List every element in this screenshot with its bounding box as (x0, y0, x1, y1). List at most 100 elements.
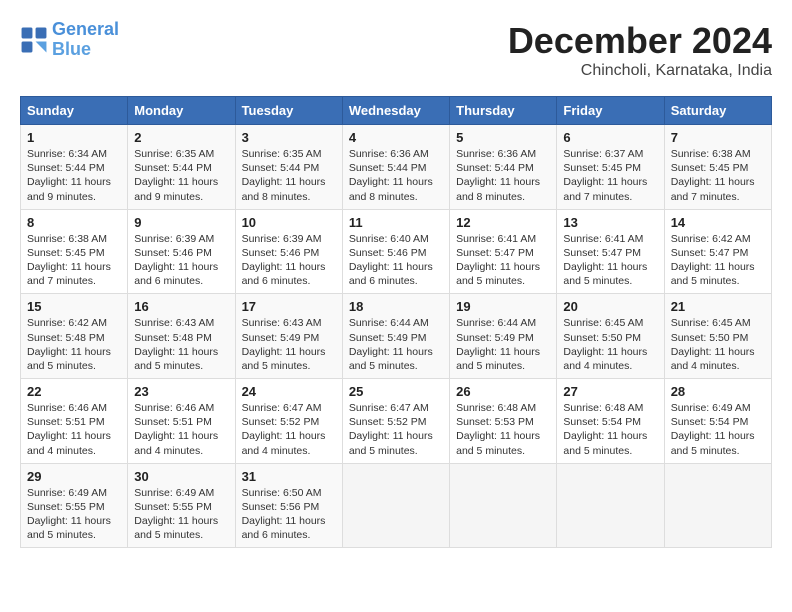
calendar-day-cell: 6Sunrise: 6:37 AM Sunset: 5:45 PM Daylig… (557, 125, 664, 210)
calendar-day-cell: 19Sunrise: 6:44 AM Sunset: 5:49 PM Dayli… (450, 294, 557, 379)
day-info: Sunrise: 6:50 AM Sunset: 5:56 PM Dayligh… (242, 486, 336, 543)
day-number: 6 (563, 130, 657, 145)
calendar-day-cell: 24 Sunrise: 6:47 AM Sunset: 5:52 PM Dayli… (235, 379, 342, 464)
day-number: 20 (563, 299, 657, 314)
day-number: 12 (456, 215, 550, 230)
day-number: 13 (563, 215, 657, 230)
calendar-day-cell: 1Sunrise: 6:34 AM Sunset: 5:44 PM Daylig… (21, 125, 128, 210)
day-number: 26 (456, 384, 550, 399)
logo-icon (20, 26, 48, 54)
day-number: 3 (242, 130, 336, 145)
day-info: Sunrise: 6:46 AM Sunset: 5:51 PM Dayligh… (27, 401, 121, 458)
day-number: 11 (349, 215, 443, 230)
day-number: 28 (671, 384, 765, 399)
day-number: 15 (27, 299, 121, 314)
day-number: 31 (242, 469, 336, 484)
calendar-week-row: 22 Sunrise: 6:46 AM Sunset: 5:51 PM Dayli… (21, 379, 772, 464)
calendar-day-cell: 26 Sunrise: 6:48 AM Sunset: 5:53 PM Dayli… (450, 379, 557, 464)
calendar-day-cell: 15 Sunrise: 6:42 AM Sunset: 5:48 PM Dayli… (21, 294, 128, 379)
calendar-day-cell: 10 Sunrise: 6:39 AM Sunset: 5:46 PM Dayli… (235, 209, 342, 294)
day-number: 17 (242, 299, 336, 314)
day-number: 16 (134, 299, 228, 314)
calendar-day-cell: 8 Sunrise: 6:38 AM Sunset: 5:45 PM Daylig… (21, 209, 128, 294)
calendar-day-cell: 9Sunrise: 6:39 AM Sunset: 5:46 PM Daylig… (128, 209, 235, 294)
calendar-body: 1Sunrise: 6:34 AM Sunset: 5:44 PM Daylig… (21, 125, 772, 548)
day-number: 8 (27, 215, 121, 230)
calendar-day-cell (342, 463, 449, 548)
day-info: Sunrise: 6:45 AM Sunset: 5:50 PM Dayligh… (563, 316, 657, 373)
calendar-day-cell: 30 Sunrise: 6:49 AM Sunset: 5:55 PM Dayli… (128, 463, 235, 548)
weekday-header-cell: Friday (557, 97, 664, 125)
month-title: December 2024 (508, 20, 772, 62)
day-number: 9 (134, 215, 228, 230)
day-info: Sunrise: 6:48 AM Sunset: 5:54 PM Dayligh… (563, 401, 657, 458)
day-info: Sunrise: 6:36 AM Sunset: 5:44 PM Dayligh… (456, 147, 550, 204)
day-info: Sunrise: 6:35 AM Sunset: 5:44 PM Dayligh… (134, 147, 228, 204)
calendar-day-cell: 5 Sunrise: 6:36 AM Sunset: 5:44 PM Daylig… (450, 125, 557, 210)
calendar-table: SundayMondayTuesdayWednesdayThursdayFrid… (20, 96, 772, 548)
day-info: Sunrise: 6:40 AM Sunset: 5:46 PM Dayligh… (349, 232, 443, 289)
day-number: 18 (349, 299, 443, 314)
day-info: Sunrise: 6:47 AM Sunset: 5:52 PM Dayligh… (349, 401, 443, 458)
calendar-day-cell: 17 Sunrise: 6:43 AM Sunset: 5:49 PM Dayli… (235, 294, 342, 379)
day-info: Sunrise: 6:42 AM Sunset: 5:48 PM Dayligh… (27, 316, 121, 373)
day-info: Sunrise: 6:49 AM Sunset: 5:54 PM Dayligh… (671, 401, 765, 458)
weekday-header-cell: Thursday (450, 97, 557, 125)
day-info: Sunrise: 6:35 AM Sunset: 5:44 PM Dayligh… (242, 147, 336, 204)
calendar-week-row: 29Sunrise: 6:49 AM Sunset: 5:55 PM Dayli… (21, 463, 772, 548)
day-number: 7 (671, 130, 765, 145)
calendar-day-cell: 3 Sunrise: 6:35 AM Sunset: 5:44 PM Daylig… (235, 125, 342, 210)
day-info: Sunrise: 6:44 AM Sunset: 5:49 PM Dayligh… (349, 316, 443, 373)
day-info: Sunrise: 6:49 AM Sunset: 5:55 PM Dayligh… (134, 486, 228, 543)
day-number: 10 (242, 215, 336, 230)
calendar-day-cell (557, 463, 664, 548)
day-number: 23 (134, 384, 228, 399)
day-number: 4 (349, 130, 443, 145)
day-info: Sunrise: 6:38 AM Sunset: 5:45 PM Dayligh… (671, 147, 765, 204)
calendar-week-row: 1Sunrise: 6:34 AM Sunset: 5:44 PM Daylig… (21, 125, 772, 210)
day-number: 27 (563, 384, 657, 399)
location-title: Chincholi, Karnataka, India (508, 62, 772, 80)
calendar-week-row: 8 Sunrise: 6:38 AM Sunset: 5:45 PM Daylig… (21, 209, 772, 294)
page-header: GeneralBlue December 2024 Chincholi, Kar… (20, 20, 772, 80)
weekday-header-cell: Saturday (664, 97, 771, 125)
day-info: Sunrise: 6:39 AM Sunset: 5:46 PM Dayligh… (242, 232, 336, 289)
day-number: 5 (456, 130, 550, 145)
calendar-day-cell: 2 Sunrise: 6:35 AM Sunset: 5:44 PM Daylig… (128, 125, 235, 210)
logo-text: GeneralBlue (52, 20, 119, 60)
calendar-day-cell: 11 Sunrise: 6:40 AM Sunset: 5:46 PM Dayli… (342, 209, 449, 294)
day-number: 2 (134, 130, 228, 145)
day-number: 30 (134, 469, 228, 484)
day-number: 24 (242, 384, 336, 399)
weekday-header-cell: Sunday (21, 97, 128, 125)
calendar-day-cell: 21Sunrise: 6:45 AM Sunset: 5:50 PM Dayli… (664, 294, 771, 379)
day-number: 22 (27, 384, 121, 399)
day-info: Sunrise: 6:43 AM Sunset: 5:49 PM Dayligh… (242, 316, 336, 373)
day-info: Sunrise: 6:47 AM Sunset: 5:52 PM Dayligh… (242, 401, 336, 458)
day-number: 14 (671, 215, 765, 230)
day-info: Sunrise: 6:42 AM Sunset: 5:47 PM Dayligh… (671, 232, 765, 289)
calendar-day-cell: 22 Sunrise: 6:46 AM Sunset: 5:51 PM Dayli… (21, 379, 128, 464)
calendar-day-cell: 31 Sunrise: 6:50 AM Sunset: 5:56 PM Dayli… (235, 463, 342, 548)
day-info: Sunrise: 6:38 AM Sunset: 5:45 PM Dayligh… (27, 232, 121, 289)
day-number: 21 (671, 299, 765, 314)
calendar-day-cell: 14 Sunrise: 6:42 AM Sunset: 5:47 PM Dayli… (664, 209, 771, 294)
calendar-day-cell: 13 Sunrise: 6:41 AM Sunset: 5:47 PM Dayli… (557, 209, 664, 294)
day-info: Sunrise: 6:36 AM Sunset: 5:44 PM Dayligh… (349, 147, 443, 204)
day-info: Sunrise: 6:48 AM Sunset: 5:53 PM Dayligh… (456, 401, 550, 458)
weekday-header-row: SundayMondayTuesdayWednesdayThursdayFrid… (21, 97, 772, 125)
day-info: Sunrise: 6:46 AM Sunset: 5:51 PM Dayligh… (134, 401, 228, 458)
day-number: 25 (349, 384, 443, 399)
calendar-day-cell: 20 Sunrise: 6:45 AM Sunset: 5:50 PM Dayli… (557, 294, 664, 379)
calendar-day-cell: 12Sunrise: 6:41 AM Sunset: 5:47 PM Dayli… (450, 209, 557, 294)
calendar-day-cell: 4 Sunrise: 6:36 AM Sunset: 5:44 PM Daylig… (342, 125, 449, 210)
calendar-day-cell (450, 463, 557, 548)
day-info: Sunrise: 6:43 AM Sunset: 5:48 PM Dayligh… (134, 316, 228, 373)
title-block: December 2024 Chincholi, Karnataka, Indi… (508, 20, 772, 80)
calendar-day-cell: 25 Sunrise: 6:47 AM Sunset: 5:52 PM Dayli… (342, 379, 449, 464)
day-info: Sunrise: 6:41 AM Sunset: 5:47 PM Dayligh… (563, 232, 657, 289)
calendar-day-cell: 23 Sunrise: 6:46 AM Sunset: 5:51 PM Dayli… (128, 379, 235, 464)
calendar-day-cell: 7 Sunrise: 6:38 AM Sunset: 5:45 PM Daylig… (664, 125, 771, 210)
calendar-week-row: 15 Sunrise: 6:42 AM Sunset: 5:48 PM Dayli… (21, 294, 772, 379)
weekday-header-cell: Monday (128, 97, 235, 125)
